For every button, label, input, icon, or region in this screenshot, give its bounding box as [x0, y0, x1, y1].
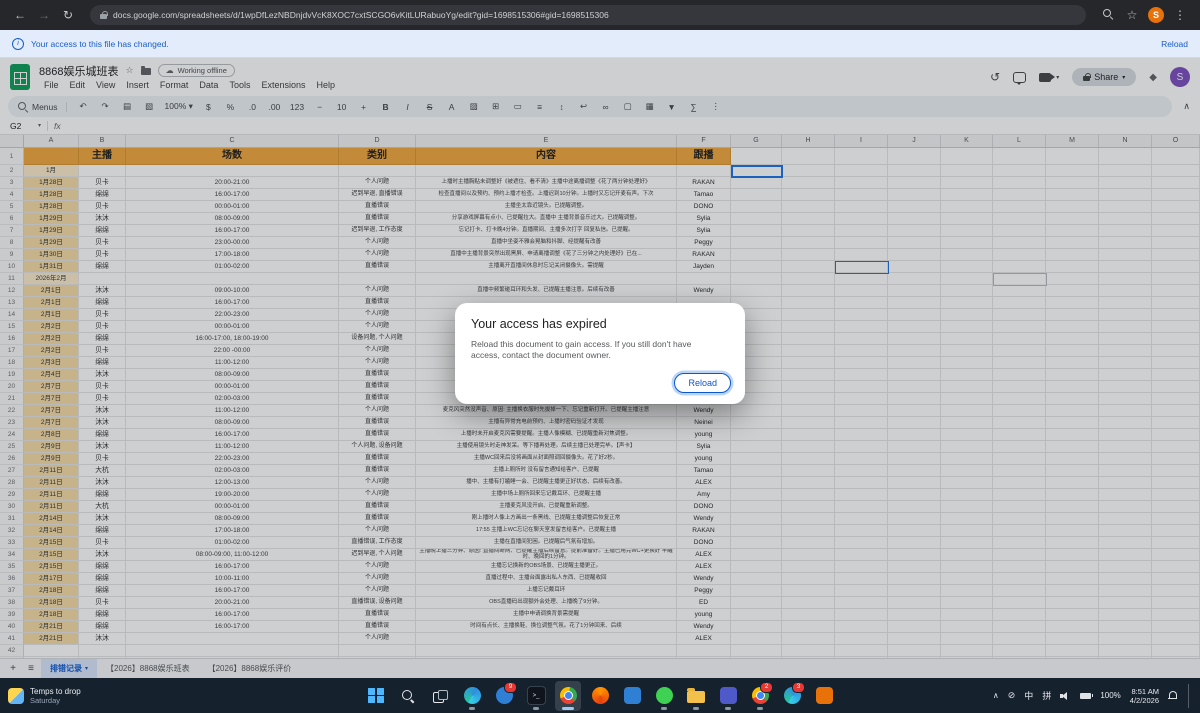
terminal[interactable]: >_ — [523, 681, 549, 711]
browser-menu-icon[interactable]: ⋮ — [1170, 8, 1190, 22]
taskbar-apps: 9 >_ 2 3 — [363, 678, 837, 713]
task-view-button-icon — [433, 690, 447, 702]
ime-language-indicator[interactable]: 中 — [1024, 689, 1033, 702]
search-button[interactable] — [395, 681, 421, 711]
file-explorer-icon — [687, 691, 705, 703]
show-desktop-button[interactable] — [1188, 684, 1192, 708]
info-icon: i — [12, 38, 24, 50]
weather-headline: Temps to drop — [30, 687, 81, 696]
start-button-icon — [368, 688, 384, 704]
volume-level: 100% — [1100, 691, 1120, 700]
browser-profile-avatar[interactable]: S — [1148, 7, 1164, 23]
phone-link[interactable]: 9 — [491, 681, 517, 711]
bookmark-star-icon[interactable]: ☆ — [1122, 8, 1142, 22]
address-bar[interactable]: docs.google.com/spreadsheets/d/1wpDfLezN… — [90, 5, 1086, 25]
microsoft-teams[interactable] — [715, 681, 741, 711]
taskbar: Temps to drop Saturday 9 >_ 2 3 ∧ ⊘ 中 拼 100… — [0, 678, 1200, 713]
microsoft-edge[interactable] — [459, 681, 485, 711]
weather-icon — [8, 688, 24, 704]
browser-toolbar: ← → ↻ docs.google.com/spreadsheets/d/1wp… — [0, 0, 1200, 30]
terminal-icon: >_ — [527, 686, 546, 705]
reload-browser-button[interactable]: ↻ — [58, 8, 78, 22]
forward-button[interactable]: → — [34, 8, 54, 22]
notification-badge: 9 — [504, 682, 517, 693]
url-text: docs.google.com/spreadsheets/d/1wpDfLezN… — [113, 10, 609, 20]
task-view-button[interactable] — [427, 681, 453, 711]
chrome-profile-2[interactable]: 2 — [747, 681, 773, 711]
google-chrome-icon — [560, 687, 577, 704]
dialog-title: Your access has expired — [471, 317, 729, 331]
dialog-reload-button[interactable]: Reload — [674, 373, 731, 393]
hidden-icons-chevron[interactable]: ∧ — [993, 691, 999, 700]
battery-icon[interactable] — [1080, 693, 1091, 699]
do-not-disturb-icon[interactable]: ⊘ — [1008, 690, 1016, 701]
edge-profile-2[interactable]: 3 — [779, 681, 805, 711]
notification-badge: 2 — [760, 682, 773, 693]
microsoft-edge-icon — [464, 687, 481, 704]
weather-subline: Saturday — [30, 696, 81, 705]
notifications-bell-icon[interactable] — [1168, 691, 1177, 701]
media-player[interactable] — [811, 681, 837, 711]
microsoft-teams-icon — [720, 687, 737, 704]
clock-time: 8:51 AM — [1131, 687, 1159, 696]
clock-date: 4/2/2026 — [1130, 696, 1159, 705]
taskbar-weather[interactable]: Temps to drop Saturday — [8, 687, 81, 705]
access-changed-banner: i Your access to this file has changed. … — [0, 30, 1200, 58]
file-explorer[interactable] — [683, 681, 709, 711]
search-tabs-icon[interactable] — [1098, 8, 1118, 22]
screen: ← → ↻ docs.google.com/spreadsheets/d/1wp… — [0, 0, 1200, 713]
media-player-icon — [816, 687, 833, 704]
system-tray: ∧ ⊘ 中 拼 100% 8:51 AM 4/2/2026 — [993, 684, 1192, 708]
taskbar-clock[interactable]: 8:51 AM 4/2/2026 — [1130, 687, 1159, 705]
outlook[interactable] — [619, 681, 645, 711]
dialog-body: Reload this document to gain access. If … — [471, 339, 721, 361]
whatsapp-icon — [656, 687, 673, 704]
start-button[interactable] — [363, 681, 389, 711]
search-button-icon — [401, 689, 415, 703]
back-button[interactable]: ← — [10, 8, 30, 22]
ime-mode-indicator[interactable]: 拼 — [1042, 689, 1051, 702]
firefox-icon — [592, 687, 609, 704]
firefox[interactable] — [587, 681, 613, 711]
banner-reload-link[interactable]: Reload — [1161, 39, 1188, 49]
whatsapp[interactable] — [651, 681, 677, 711]
volume-icon[interactable] — [1060, 691, 1071, 700]
google-chrome[interactable] — [555, 681, 581, 711]
banner-message: Your access to this file has changed. — [31, 39, 169, 49]
site-info-lock-icon[interactable] — [100, 11, 107, 19]
access-expired-dialog: Your access has expired Reload this docu… — [455, 303, 745, 404]
outlook-icon — [624, 687, 641, 704]
notification-badge: 3 — [792, 682, 805, 693]
